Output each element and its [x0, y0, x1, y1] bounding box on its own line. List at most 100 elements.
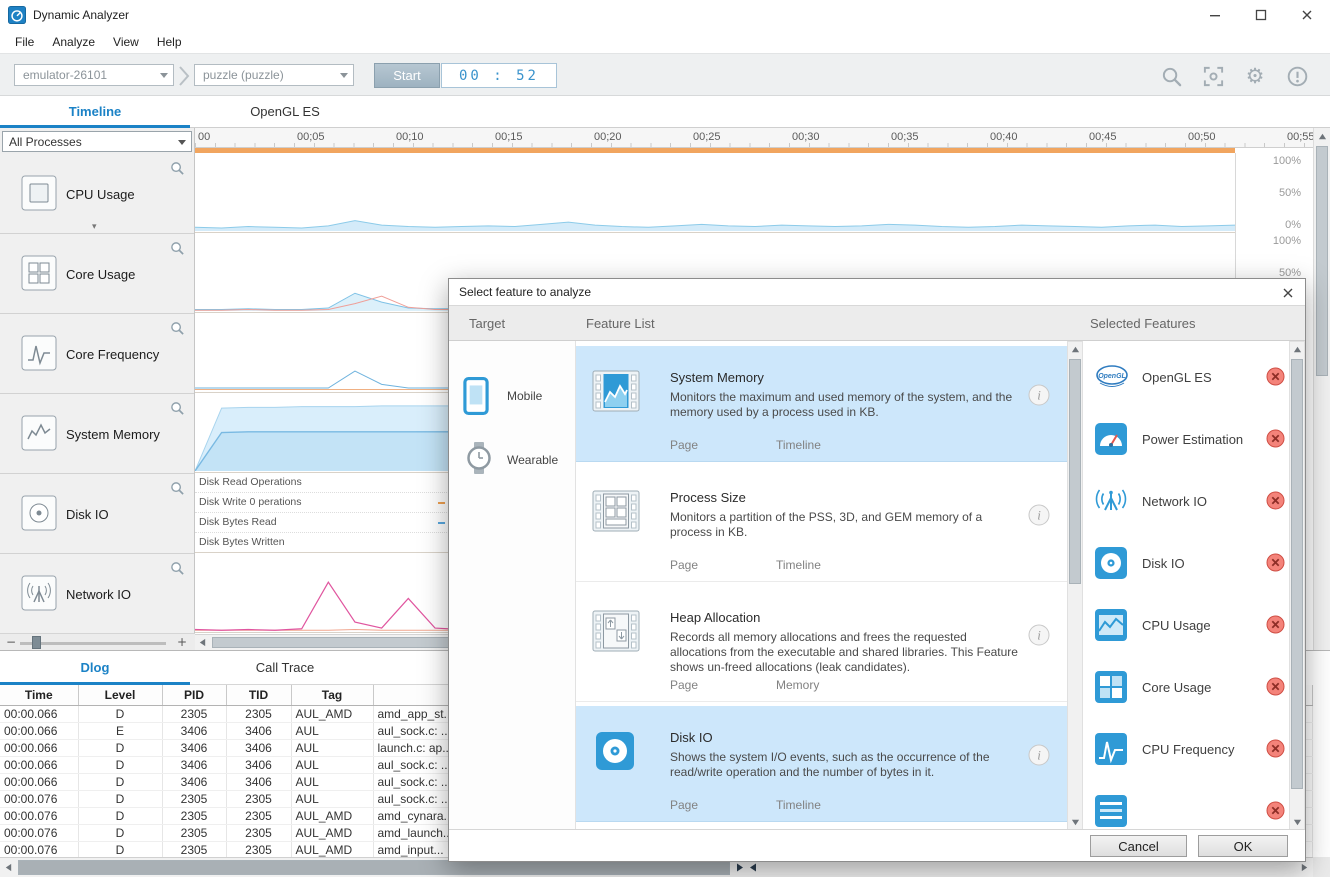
- log-column-header-level[interactable]: Level: [78, 685, 162, 705]
- scroll-thumb[interactable]: [18, 860, 730, 875]
- sidebar-item-cpu-usage[interactable]: CPU Usage ▾: [0, 154, 194, 234]
- zoom-in-button[interactable]: +: [177, 635, 187, 649]
- remove-feature-button[interactable]: [1266, 677, 1285, 696]
- tab-timeline[interactable]: Timeline: [0, 96, 190, 127]
- remove-feature-button[interactable]: [1266, 367, 1285, 386]
- scroll-down-button[interactable]: [1068, 815, 1082, 830]
- close-button[interactable]: [1284, 0, 1330, 30]
- axis-label: 50%: [1279, 187, 1301, 199]
- log-tab-dlog[interactable]: Dlog: [0, 651, 190, 684]
- target-wearable[interactable]: Wearable: [449, 433, 575, 489]
- log-column-header-tag[interactable]: Tag: [291, 685, 373, 705]
- log-column-header-tid[interactable]: TID: [226, 685, 291, 705]
- selected-feature-disk-io[interactable]: Disk IO: [1086, 532, 1288, 594]
- selected-features-scrollbar[interactable]: [1289, 341, 1305, 831]
- search-button[interactable]: [1158, 63, 1184, 89]
- zoom-slider-track[interactable]: [20, 642, 166, 645]
- log-column-header-pid[interactable]: PID: [162, 685, 226, 705]
- gear-icon: ⚙: [1246, 66, 1265, 87]
- info-button[interactable]: i: [1028, 744, 1050, 766]
- screenshot-icon: [1202, 65, 1225, 88]
- feature-badge-page: Page: [670, 798, 698, 812]
- remove-feature-button[interactable]: [1266, 429, 1285, 448]
- scroll-up-button[interactable]: [1068, 342, 1082, 357]
- zoom-magnifier-button[interactable]: [170, 241, 185, 256]
- scroll-left-button[interactable]: [195, 635, 210, 650]
- feature-item-disk-io[interactable]: Disk IOShows the system I/O events, such…: [576, 706, 1067, 822]
- selected-feature-opengl-es[interactable]: OpenGLOpenGL ES: [1086, 346, 1288, 408]
- cancel-button[interactable]: Cancel: [1090, 835, 1187, 857]
- menu-item-file[interactable]: File: [6, 32, 43, 52]
- remove-feature-button[interactable]: [1266, 801, 1285, 820]
- info-button[interactable]: i: [1028, 624, 1050, 646]
- selected-feature-cpu-frequency[interactable]: CPU Frequency: [1086, 718, 1288, 780]
- screenshot-button[interactable]: [1200, 63, 1226, 89]
- menu-item-help[interactable]: Help: [148, 32, 191, 52]
- zoom-magnifier-button[interactable]: [170, 561, 185, 576]
- sidebar-item-core-frequency[interactable]: Core Frequency: [0, 314, 194, 394]
- cpu-usage-chart[interactable]: [195, 153, 1235, 233]
- menu-item-view[interactable]: View: [104, 32, 148, 52]
- scroll-down-button[interactable]: [1290, 815, 1304, 830]
- log-cell: 2305: [162, 807, 226, 824]
- sidebar-item-core-usage[interactable]: Core Usage: [0, 234, 194, 314]
- zoom-slider-thumb[interactable]: [32, 636, 41, 649]
- selected-feature-network-io[interactable]: Network IO: [1086, 470, 1288, 532]
- zoom-out-button[interactable]: −: [6, 635, 16, 649]
- remove-feature-button[interactable]: [1266, 739, 1285, 758]
- settings-button[interactable]: ⚙: [1242, 63, 1268, 89]
- triangle-left-icon: [4, 863, 13, 872]
- about-button[interactable]: [1284, 63, 1310, 89]
- selected-feature-cpu-usage[interactable]: CPU Usage: [1086, 594, 1288, 656]
- tab-opengl-es[interactable]: OpenGL ES: [190, 96, 380, 127]
- triangle-down-icon: [1293, 818, 1302, 827]
- sidebar-item-label: CPU Usage: [66, 187, 135, 202]
- remove-feature-button[interactable]: [1266, 615, 1285, 634]
- remove-feature-button[interactable]: [1266, 553, 1285, 572]
- feature-item-system-memory[interactable]: System MemoryMonitors the maximum and us…: [576, 346, 1067, 462]
- scroll-split-buttons[interactable]: [735, 862, 758, 873]
- minimize-button[interactable]: [1192, 0, 1238, 30]
- feature-title: Heap Allocation: [670, 610, 760, 625]
- zoom-magnifier-button[interactable]: [170, 481, 185, 496]
- ruler-tick-label: 00;50: [1188, 131, 1216, 143]
- collapse-caret-icon[interactable]: ▾: [92, 222, 97, 232]
- opengl-sel-icon: OpenGL: [1094, 360, 1130, 394]
- log-cell: 2305: [162, 705, 226, 722]
- menu-item-analyze[interactable]: Analyze: [43, 32, 104, 52]
- zoom-magnifier-button[interactable]: [170, 401, 185, 416]
- scroll-thumb[interactable]: [1069, 359, 1081, 584]
- process-filter-select[interactable]: All Processes: [2, 131, 192, 152]
- log-tab-call-trace[interactable]: Call Trace: [190, 651, 380, 684]
- selected-feature-power-estimation[interactable]: Power Estimation: [1086, 408, 1288, 470]
- scroll-left-button[interactable]: [0, 858, 17, 877]
- sidebar-item-system-memory[interactable]: System Memory: [0, 394, 194, 474]
- info-button[interactable]: i: [1028, 384, 1050, 406]
- device-select[interactable]: emulator-26101: [14, 64, 174, 86]
- scroll-up-button[interactable]: [1290, 342, 1304, 357]
- scroll-up-button[interactable]: [1314, 128, 1330, 144]
- log-cell: 3406: [226, 773, 291, 790]
- dialog-close-button[interactable]: [1280, 285, 1296, 301]
- sidebar-item-disk-io[interactable]: Disk IO: [0, 474, 194, 554]
- selected-feature-partial[interactable]: [1086, 780, 1288, 831]
- feature-item-process-size[interactable]: Process SizeMonitors a partition of the …: [576, 466, 1067, 582]
- scroll-thumb[interactable]: [1291, 359, 1303, 789]
- remove-feature-button[interactable]: [1266, 491, 1285, 510]
- toolbar: emulator-26101 puzzle (puzzle) Start 00 …: [0, 53, 1330, 96]
- feature-item-heap-allocation[interactable]: Heap AllocationRecords all memory alloca…: [576, 586, 1067, 702]
- application-select[interactable]: puzzle (puzzle): [194, 64, 354, 86]
- zoom-magnifier-button[interactable]: [170, 161, 185, 176]
- start-button[interactable]: Start: [374, 63, 440, 88]
- info-button[interactable]: i: [1028, 504, 1050, 526]
- target-mobile[interactable]: Mobile: [449, 369, 575, 425]
- zoom-magnifier-button[interactable]: [170, 321, 185, 336]
- selected-feature-core-usage[interactable]: Core Usage: [1086, 656, 1288, 718]
- scroll-thumb[interactable]: [1316, 146, 1328, 376]
- ok-button[interactable]: OK: [1198, 835, 1288, 857]
- sidebar-item-network-io[interactable]: Network IO: [0, 554, 194, 634]
- maximize-button[interactable]: [1238, 0, 1284, 30]
- log-column-header-time[interactable]: Time: [0, 685, 78, 705]
- feature-list-scrollbar[interactable]: [1067, 341, 1083, 831]
- timeline-sidebar: All Processes CPU Usage ▾ Core UsageCore F…: [0, 128, 195, 633]
